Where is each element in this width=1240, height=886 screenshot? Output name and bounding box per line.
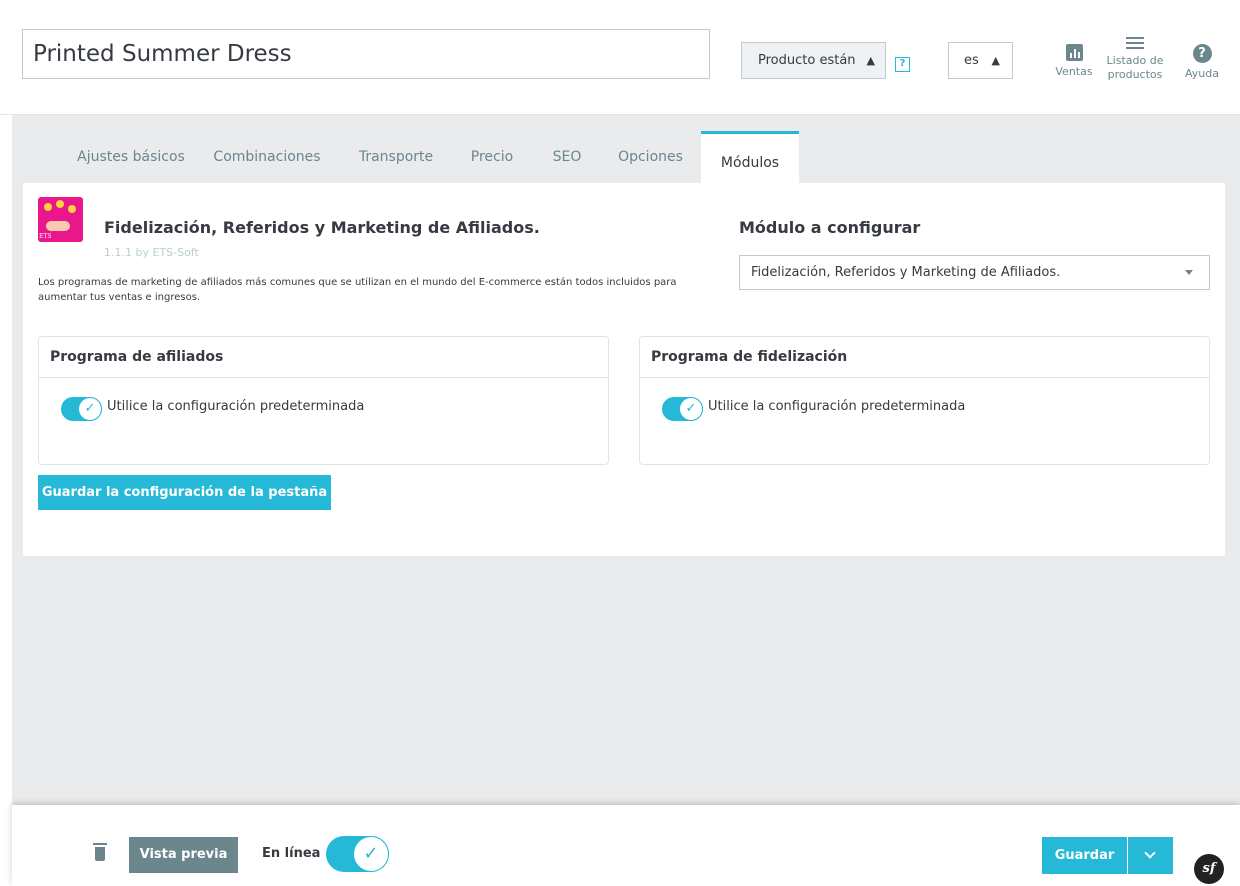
loyalty-program-card: Programa de fidelización ✓ Utilice la co…: [639, 336, 1210, 465]
preview-button[interactable]: Vista previa: [129, 837, 238, 873]
affiliate-default-config-toggle[interactable]: ✓: [61, 397, 102, 421]
save-button[interactable]: Guardar: [1042, 837, 1127, 874]
loyalty-default-config-label: Utilice la configuración predeterminada: [708, 399, 966, 414]
check-icon: ✓: [353, 836, 389, 872]
check-icon: ✓: [679, 397, 703, 421]
language-value: es: [964, 53, 979, 68]
module-title: Fidelización, Referidos y Marketing de A…: [104, 218, 540, 237]
loyalty-program-title: Programa de fidelización: [640, 337, 1209, 378]
product-list-button[interactable]: Listado de productos: [1104, 36, 1166, 82]
product-list-label: Listado de productos: [1106, 54, 1164, 81]
tab-seo[interactable]: SEO: [542, 131, 592, 183]
select-arrows-icon: ▲︎: [991, 54, 1000, 67]
footer-bar: Vista previa En línea ✓ Guardar: [12, 805, 1240, 886]
modules-panel: ETS Fidelización, Referidos y Marketing …: [23, 183, 1225, 556]
tab-combinations[interactable]: Combinaciones: [205, 131, 329, 183]
symfony-toolbar-icon[interactable]: sf: [1194, 854, 1224, 884]
question-circle-icon: ?: [1192, 44, 1212, 63]
affiliate-program-card: Programa de afiliados ✓ Utilice la confi…: [38, 336, 609, 465]
help-button[interactable]: ? Ayuda: [1180, 44, 1224, 81]
product-tabs: Ajustes básicos Combinaciones Transporte…: [12, 131, 1240, 183]
affiliate-default-config-label: Utilice la configuración predeterminada: [107, 399, 365, 414]
sales-label: Ventas: [1055, 65, 1093, 78]
list-icon: [1126, 36, 1144, 50]
module-configure-label: Módulo a configurar: [739, 218, 921, 237]
language-select[interactable]: es ▲︎: [948, 42, 1013, 79]
module-version: 1.1.1 by ETS-Soft: [104, 246, 199, 259]
trash-icon[interactable]: [93, 843, 107, 861]
affiliate-program-title: Programa de afiliados: [39, 337, 608, 378]
loyalty-default-config-toggle[interactable]: ✓: [662, 397, 703, 421]
caret-down-icon: [1185, 270, 1193, 275]
product-type-value: Producto están: [758, 53, 856, 68]
tab-basic-settings[interactable]: Ajustes básicos: [66, 131, 196, 183]
product-type-help-icon[interactable]: ?: [895, 57, 910, 72]
tab-options[interactable]: Opciones: [608, 131, 693, 183]
module-configure-value: Fidelización, Referidos y Marketing de A…: [751, 265, 1061, 280]
product-type-select[interactable]: Producto están ▲︎: [741, 42, 886, 79]
chart-icon: [1065, 44, 1083, 61]
online-toggle[interactable]: ✓: [326, 836, 389, 872]
tab-pricing[interactable]: Precio: [462, 131, 522, 183]
product-header: Printed Summer Dress Producto están ▲︎ ?…: [0, 0, 1240, 115]
save-options-dropdown[interactable]: [1128, 837, 1173, 874]
online-label: En línea: [262, 846, 321, 861]
product-name-input[interactable]: Printed Summer Dress: [22, 29, 710, 79]
module-logo: ETS: [38, 197, 83, 242]
select-arrows-icon: ▲︎: [866, 54, 875, 67]
main-area: Ajustes básicos Combinaciones Transporte…: [12, 115, 1240, 805]
check-icon: ✓: [78, 397, 102, 421]
save-tab-config-button[interactable]: Guardar la configuración de la pestaña: [38, 475, 331, 510]
chevron-down-icon: [1144, 847, 1156, 859]
module-configure-select[interactable]: Fidelización, Referidos y Marketing de A…: [739, 255, 1210, 290]
tab-shipping[interactable]: Transporte: [346, 131, 446, 183]
tab-modules[interactable]: Módulos: [701, 131, 799, 183]
module-description: Los programas de marketing de afiliados …: [38, 277, 677, 303]
sales-button[interactable]: Ventas: [1052, 44, 1096, 79]
help-label: Ayuda: [1185, 67, 1219, 80]
